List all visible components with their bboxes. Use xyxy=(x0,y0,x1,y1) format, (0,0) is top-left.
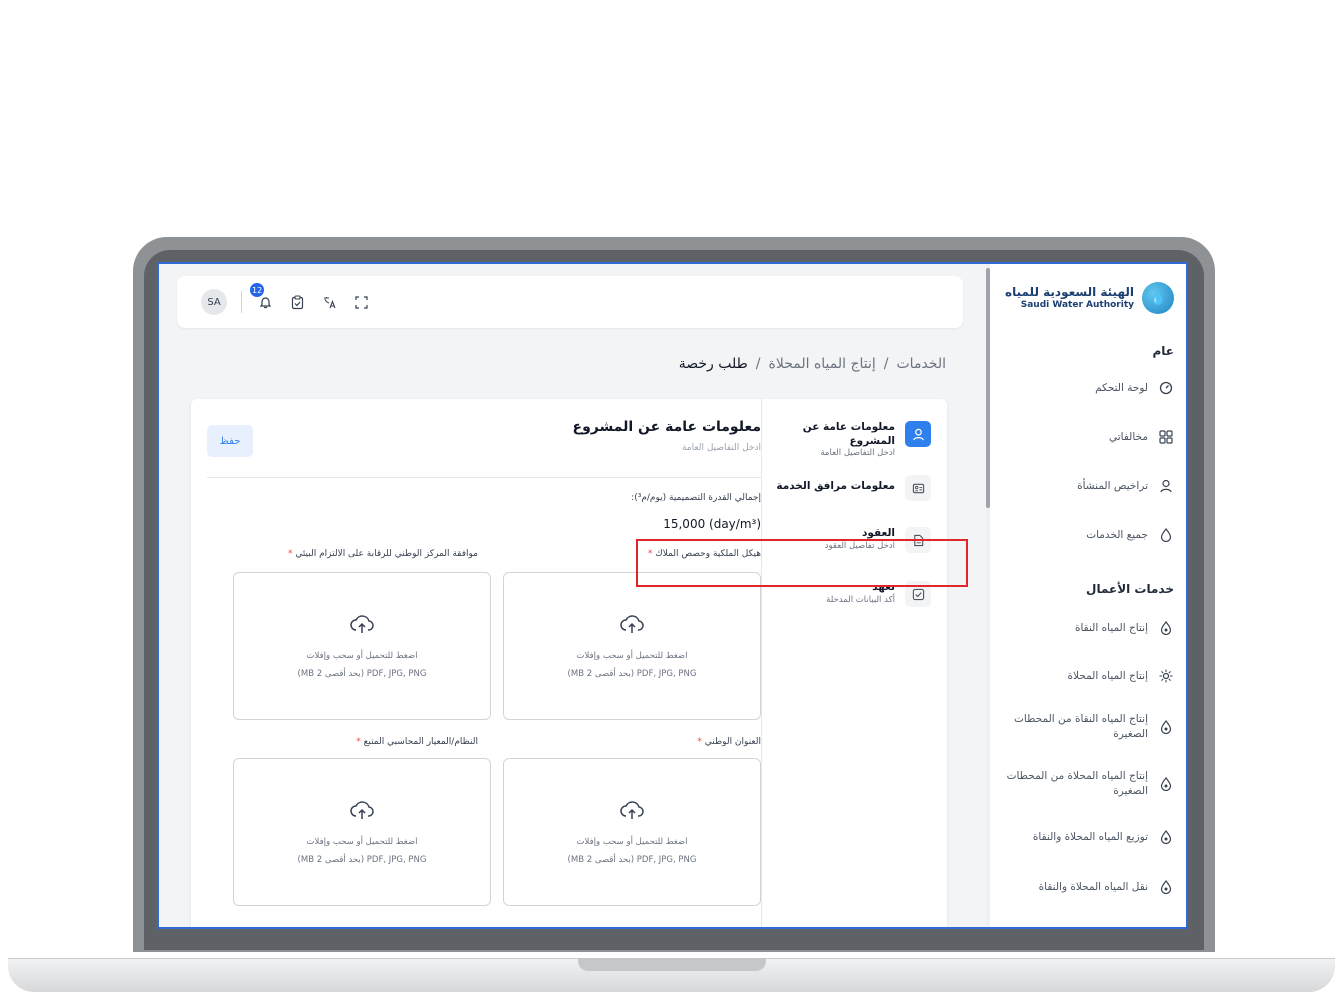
sidebar-item-label: نقل المياه المحلاة والنقاة xyxy=(1038,880,1148,893)
drop-icon xyxy=(1158,620,1174,636)
sidebar-item-all-services[interactable]: جميع الخدمات xyxy=(994,527,1174,543)
sidebar-scroll-thumb[interactable] xyxy=(986,268,990,508)
breadcrumb: الخدمات / إنتاج المياه المحلاة / طلب رخص… xyxy=(679,356,946,372)
step-general-info[interactable]: معلومات عامة عن المشروع ادخل التفاصيل ال… xyxy=(771,421,931,459)
step-title: معلومات مرافق الخدمة xyxy=(776,480,895,492)
sidebar-item-facility-licenses[interactable]: تراخيص المنشأة xyxy=(994,478,1174,494)
upload-prompt: اضغط للتحميل أو سحب وإفلات xyxy=(306,651,418,662)
sidebar-scrollbar[interactable] xyxy=(986,264,990,927)
stage: 💧 الهيئة السعودية للمياه Saudi Water Aut… xyxy=(0,0,1343,1002)
breadcrumb-services[interactable]: الخدمات xyxy=(897,356,947,372)
sidebar-item-label: جميع الخدمات xyxy=(1086,528,1148,541)
drop-icon xyxy=(1158,829,1174,845)
highlight-box xyxy=(636,539,968,587)
breadcrumb-separator: / xyxy=(755,356,761,372)
form-divider xyxy=(207,477,761,478)
drop-icon xyxy=(1158,719,1174,735)
upload-formats: PDF, JPG, PNG (بحد أقصى 2 MB) xyxy=(567,669,697,679)
capacity-label: إجمالي القدرة التصميمية (يوم/م³): xyxy=(631,493,761,503)
save-button[interactable]: حفظ xyxy=(207,425,253,457)
fullscreen-icon[interactable] xyxy=(352,293,370,311)
app-screen: 💧 الهيئة السعودية للمياه Saudi Water Aut… xyxy=(157,262,1188,929)
sidebar-item-small-plants-desalinated[interactable]: إنتاج المياه المحلاة من المحطات الصغيرة xyxy=(994,769,1174,798)
upload-accounting-standard-dropzone[interactable]: اضغط للتحميل أو سحب وإفلات PDF, JPG, PNG… xyxy=(233,758,491,906)
stepper: معلومات عامة عن المشروع ادخل التفاصيل ال… xyxy=(761,399,947,927)
step-title: معلومات عامة عن المشروع xyxy=(802,421,895,447)
drop-icon xyxy=(1158,527,1174,543)
sidebar-item-label: إنتاج المياه المحلاة من المحطات الصغيرة xyxy=(1006,770,1148,797)
sidebar-item-desalinated-water[interactable]: إنتاج المياه المحلاة xyxy=(994,668,1174,684)
general-info-form: معلومات عامة عن المشروع ادخل التفاصيل ال… xyxy=(207,399,761,927)
form-title: معلومات عامة عن المشروع xyxy=(572,419,761,435)
sidebar-item-label: مخالفاتي xyxy=(1109,430,1148,443)
avatar[interactable]: SA xyxy=(201,289,227,315)
top-bar: SA 12 xyxy=(177,276,963,328)
sidebar-item-small-plants-purified[interactable]: إنتاج المياه النقاة من المحطات الصغيرة xyxy=(994,712,1174,741)
sidebar-item-label: تراخيص المنشأة xyxy=(1077,479,1148,492)
sun-icon xyxy=(1158,668,1174,684)
step-service-facilities[interactable]: معلومات مرافق الخدمة xyxy=(771,475,931,501)
capacity-value: 15,000 (day/m³) xyxy=(663,517,761,531)
upload-formats: PDF, JPG, PNG (بحد أقصى 2 MB) xyxy=(567,855,697,865)
field-label-accounting-standard: النظام/المعيار المحاسبي المتبع * xyxy=(356,737,478,747)
form-subtitle: ادخل التفاصيل العامة xyxy=(681,443,761,453)
brand[interactable]: 💧 الهيئة السعودية للمياه Saudi Water Aut… xyxy=(1005,282,1174,314)
sidebar-item-label: لوحة التحكم xyxy=(1095,381,1148,394)
upload-prompt: اضغط للتحميل أو سحب وإفلات xyxy=(576,837,688,848)
upload-env-approval-dropzone[interactable]: اضغط للتحميل أو سحب وإفلات PDF, JPG, PNG… xyxy=(233,572,491,720)
field-label-env-approval: موافقة المركز الوطني للرقابة على الالتزا… xyxy=(287,549,478,559)
sidebar-item-distribution[interactable]: توزيع المياه المحلاة والنقاة xyxy=(994,829,1174,845)
upload-ownership-dropzone[interactable]: اضغط للتحميل أو سحب وإفلات PDF, JPG, PNG… xyxy=(503,572,761,720)
breadcrumb-separator: / xyxy=(883,356,889,372)
cloud-upload-icon xyxy=(619,797,645,823)
cloud-upload-icon xyxy=(349,797,375,823)
cloud-upload-icon xyxy=(619,611,645,637)
upload-formats: PDF, JPG, PNG (بحد أقصى 2 MB) xyxy=(297,855,427,865)
grid-icon xyxy=(1158,429,1174,445)
divider xyxy=(241,291,242,313)
sidebar-item-label: إنتاج المياه النقاة xyxy=(1074,621,1148,634)
section-business-title: خدمات الأعمال xyxy=(1086,582,1174,596)
sidebar-item-purified-water[interactable]: إنتاج المياه النقاة xyxy=(994,620,1174,636)
step-subtitle: أكد البيانات المدخلة xyxy=(826,594,895,605)
translate-icon[interactable] xyxy=(320,293,338,311)
cloud-upload-icon xyxy=(349,611,375,637)
id-card-icon xyxy=(905,475,931,501)
step-subtitle: ادخل التفاصيل العامة xyxy=(820,448,895,459)
sidebar-item-violations[interactable]: مخالفاتي xyxy=(994,429,1174,445)
drop-icon xyxy=(1158,879,1174,895)
user-icon xyxy=(905,421,931,447)
breadcrumb-desalinated[interactable]: إنتاج المياه المحلاة xyxy=(769,356,876,372)
breadcrumb-current: طلب رخصة xyxy=(678,356,748,372)
upload-national-address-dropzone[interactable]: اضغط للتحميل أو سحب وإفلات PDF, JPG, PNG… xyxy=(503,758,761,906)
bell-icon[interactable]: 12 xyxy=(250,283,274,311)
brand-name-en: Saudi Water Authority xyxy=(1020,299,1134,310)
logo-icon: 💧 xyxy=(1142,282,1174,314)
upload-formats: PDF, JPG, PNG (بحد أقصى 2 MB) xyxy=(297,669,427,679)
sidebar-item-dashboard[interactable]: لوحة التحكم xyxy=(994,380,1174,396)
laptop-notch xyxy=(578,958,766,971)
user-icon xyxy=(1158,478,1174,494)
brand-name-ar: الهيئة السعودية للمياه xyxy=(1005,284,1134,299)
upload-prompt: اضغط للتحميل أو سحب وإفلات xyxy=(576,651,688,662)
field-label-national-address: العنوان الوطني * xyxy=(697,737,761,747)
section-general-title: عام xyxy=(1152,344,1175,358)
sidebar-item-label: إنتاج المياه المحلاة xyxy=(1067,669,1148,682)
gauge-icon xyxy=(1158,380,1174,396)
clipboard-check-icon[interactable] xyxy=(288,293,306,311)
drop-icon xyxy=(1158,776,1174,792)
sidebar-item-label: توزيع المياه المحلاة والنقاة xyxy=(1032,830,1148,843)
sidebar: 💧 الهيئة السعودية للمياه Saudi Water Aut… xyxy=(986,264,1186,927)
sidebar-item-transport[interactable]: نقل المياه المحلاة والنقاة xyxy=(994,879,1174,895)
upload-prompt: اضغط للتحميل أو سحب وإفلات xyxy=(306,837,418,848)
license-request-card: معلومات عامة عن المشروع ادخل التفاصيل ال… xyxy=(191,399,968,927)
sidebar-item-label: إنتاج المياه النقاة من المحطات الصغيرة xyxy=(1014,713,1148,740)
